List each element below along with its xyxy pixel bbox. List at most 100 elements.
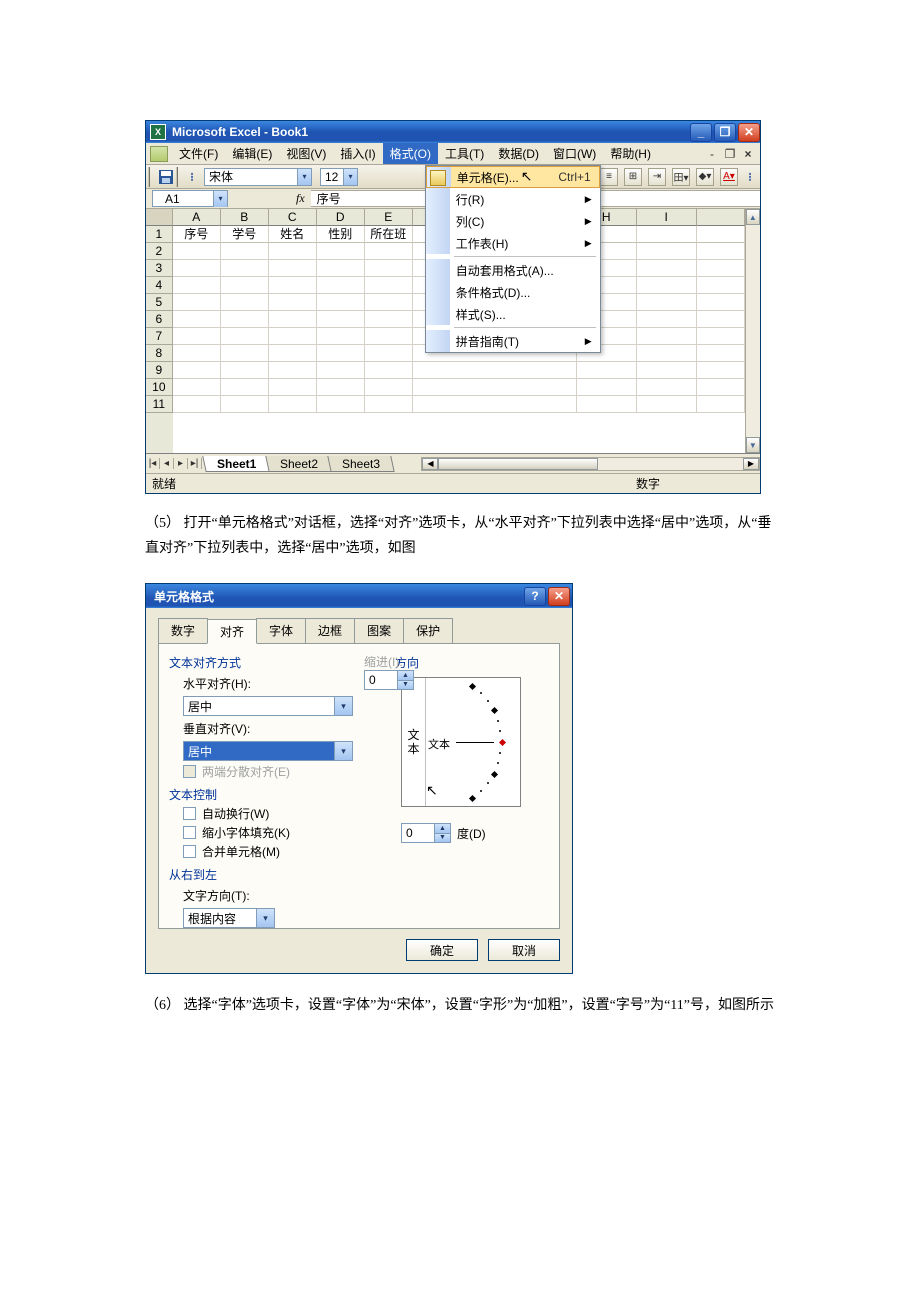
tab-nav-prev[interactable]: ◂ (160, 458, 174, 469)
name-box[interactable]: A1 ▾ (152, 190, 228, 207)
checkbox-icon[interactable] (183, 845, 196, 858)
checkbox-icon[interactable] (183, 807, 196, 820)
cell[interactable]: 所在班 (365, 226, 413, 243)
menu-format[interactable]: 格式(O) (383, 143, 438, 164)
menu-view[interactable]: 视图(V) (279, 143, 333, 164)
row-header[interactable]: 7 (146, 328, 173, 345)
cell[interactable]: 学号 (221, 226, 269, 243)
scroll-up-button[interactable]: ▲ (746, 209, 760, 225)
menu-item-column[interactable]: 列(C) ▶ (426, 210, 600, 232)
tab-font[interactable]: 字体 (256, 618, 306, 643)
chevron-down-icon[interactable]: ▾ (213, 191, 227, 207)
menu-tools[interactable]: 工具(T) (438, 143, 491, 164)
wrap-text-check[interactable]: 自动换行(W) (183, 805, 395, 822)
checkbox-icon[interactable] (183, 826, 196, 839)
cell[interactable]: 性别 (317, 226, 365, 243)
tab-nav-last[interactable]: ▸| (188, 458, 202, 469)
scroll-right-button[interactable]: ▶ (743, 458, 759, 470)
tab-nav-first[interactable]: |◂ (146, 458, 160, 469)
save-icon[interactable] (158, 169, 174, 185)
row-header[interactable]: 6 (146, 311, 173, 328)
sheet-tab[interactable]: Sheet1 (202, 456, 271, 472)
col-header[interactable]: E (365, 209, 413, 226)
inner-restore-button[interactable]: - (704, 147, 720, 161)
col-header[interactable]: A (173, 209, 221, 226)
row-header[interactable]: 8 (146, 345, 173, 362)
cell[interactable] (697, 226, 745, 243)
toolbar-overflow-icon[interactable]: ⁝ (744, 170, 756, 184)
row-header[interactable]: 4 (146, 277, 173, 294)
scroll-left-button[interactable]: ◀ (422, 458, 438, 470)
font-color-icon[interactable]: A▾ (720, 168, 738, 186)
row-header[interactable]: 11 (146, 396, 173, 413)
text-direction-combo[interactable]: 根据内容 ▾ (183, 908, 275, 928)
col-header[interactable]: B (221, 209, 269, 226)
spin-down-icon[interactable]: ▼ (397, 681, 413, 690)
fx-label[interactable]: fx (296, 191, 305, 206)
help-button[interactable]: ? (524, 587, 546, 606)
row-header[interactable]: 5 (146, 294, 173, 311)
row-header[interactable]: 1 (146, 226, 173, 243)
merge-icon[interactable]: ⊞ (624, 168, 642, 186)
tab-number[interactable]: 数字 (158, 618, 208, 643)
cell[interactable]: 姓名 (269, 226, 317, 243)
menu-file[interactable]: 文件(F) (172, 143, 225, 164)
row-header[interactable]: 10 (146, 379, 173, 396)
tab-patterns[interactable]: 图案 (354, 618, 404, 643)
spin-up-icon[interactable]: ▲ (434, 824, 450, 834)
menu-item-sheet[interactable]: 工作表(H) ▶ (426, 232, 600, 254)
sheet-tab[interactable]: Sheet3 (328, 456, 395, 472)
cell[interactable]: 序号 (173, 226, 221, 243)
maximize-button[interactable]: ❐ (714, 123, 736, 142)
tab-alignment[interactable]: 对齐 (207, 619, 257, 644)
menu-item-row[interactable]: 行(R) ▶ (426, 188, 600, 210)
inner-maximize-button[interactable]: ❐ (722, 147, 738, 161)
vertical-scrollbar[interactable]: ▲ ▼ (745, 209, 760, 453)
tab-nav-next[interactable]: ▸ (174, 458, 188, 469)
chevron-down-icon[interactable]: ▾ (334, 742, 352, 760)
menu-help[interactable]: 帮助(H) (603, 143, 658, 164)
orientation-vertical-text[interactable]: 文本 (402, 678, 426, 806)
chevron-down-icon[interactable]: ▾ (297, 169, 311, 185)
shrink-to-fit-check[interactable]: 缩小字体填充(K) (183, 824, 395, 841)
orientation-box[interactable]: 文本 (401, 677, 521, 807)
menu-edit[interactable]: 编辑(E) (225, 143, 279, 164)
menu-item-pinyin[interactable]: 拼音指南(T) ▶ (426, 330, 600, 352)
degrees-spinner[interactable]: 0 ▲▼ (401, 823, 451, 843)
col-header[interactable] (697, 209, 745, 226)
cancel-button[interactable]: 取消 (488, 939, 560, 961)
close-button[interactable]: ✕ (548, 587, 570, 606)
menu-window[interactable]: 窗口(W) (546, 143, 603, 164)
indent-icon[interactable]: ⇥ (648, 168, 666, 186)
toolbar-overflow-icon[interactable]: ⁝ (186, 170, 198, 184)
menu-data[interactable]: 数据(D) (491, 143, 546, 164)
v-align-combo[interactable]: 居中 ▾ (183, 741, 353, 761)
font-size-combo[interactable]: 12 ▾ (320, 168, 358, 186)
menu-item-style[interactable]: 样式(S)... (426, 303, 600, 325)
col-header[interactable]: D (317, 209, 365, 226)
merge-cells-check[interactable]: 合并单元格(M) (183, 843, 395, 860)
row-header[interactable]: 3 (146, 260, 173, 277)
align-icon[interactable]: ≡ (600, 168, 618, 186)
borders-icon[interactable]: 田▾ (672, 168, 690, 186)
font-name-combo[interactable]: 宋体 ▾ (204, 168, 312, 186)
inner-close-button[interactable]: × (740, 147, 756, 161)
spin-down-icon[interactable]: ▼ (434, 834, 450, 843)
tab-protection[interactable]: 保护 (403, 618, 453, 643)
scroll-down-button[interactable]: ▼ (746, 437, 760, 453)
col-header[interactable]: C (269, 209, 317, 226)
tab-border[interactable]: 边框 (305, 618, 355, 643)
col-header[interactable]: I (637, 209, 697, 226)
close-button[interactable]: ✕ (738, 123, 760, 142)
menu-insert[interactable]: 插入(I) (333, 143, 382, 164)
spin-up-icon[interactable]: ▲ (397, 671, 413, 681)
fill-color-icon[interactable]: ◆▾ (696, 168, 714, 186)
minimize-button[interactable]: _ (690, 123, 712, 142)
sheet-tab[interactable]: Sheet2 (266, 456, 333, 472)
horizontal-scrollbar[interactable]: ◀ ▶ (421, 457, 760, 471)
chevron-down-icon[interactable]: ▾ (343, 169, 357, 185)
ok-button[interactable]: 确定 (406, 939, 478, 961)
menu-item-autoformat[interactable]: 自动套用格式(A)... (426, 259, 600, 281)
cell[interactable] (637, 226, 697, 243)
scroll-thumb[interactable] (438, 458, 598, 470)
